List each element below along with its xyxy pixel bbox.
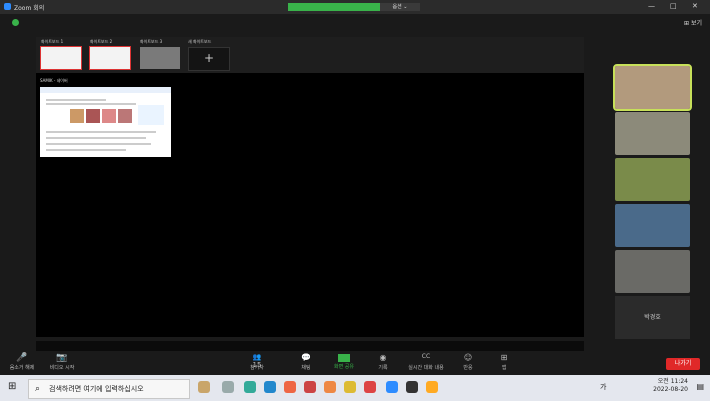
share-screen-icon xyxy=(338,354,350,362)
maximize-button[interactable]: □ xyxy=(670,2,677,10)
share-screen-button[interactable]: 화면 공유 xyxy=(332,353,356,370)
thumbnail-label: 화이트보드 1 xyxy=(41,39,64,44)
whiteboard-thumbnail-strip: 화이트보드 1 화이트보드 2 화이트보드 3 새 화이트보드 + xyxy=(36,37,584,73)
notification-icon[interactable]: ▤ xyxy=(696,382,704,391)
zoom-taskbar-icon[interactable] xyxy=(386,381,398,393)
weather-widget-icon[interactable] xyxy=(198,381,210,393)
control-label: 화면 공유 xyxy=(334,364,354,370)
search-icon: ⌕ xyxy=(35,384,41,394)
control-label: 앱 xyxy=(501,365,507,371)
security-shield-icon[interactable] xyxy=(12,19,19,26)
clock-time: 오전 11:24 xyxy=(657,378,688,385)
minimize-button[interactable]: — xyxy=(648,2,655,10)
control-label: 반응 xyxy=(463,365,473,371)
ime-language-indicator[interactable]: 가 xyxy=(600,382,606,392)
chat-icon: 💬 xyxy=(301,353,311,362)
mic-muted-icon: 🎤 xyxy=(16,353,28,363)
participants-icon: 👥 15 xyxy=(252,353,262,369)
share-options-dropdown[interactable]: 옵션 ⌄ xyxy=(380,3,420,11)
product-image xyxy=(86,109,100,123)
participant-name-tile[interactable]: 박경호 xyxy=(615,296,690,339)
shared-taskbar xyxy=(36,341,584,351)
taskbar-search-box[interactable]: ⌕ 검색하려면 여기에 입력하십시오 xyxy=(28,379,190,399)
apps-button[interactable]: ⊞ 앱 xyxy=(496,353,512,371)
page-text-line xyxy=(46,103,136,105)
unmute-button[interactable]: 🎤 음소거 해제 xyxy=(4,353,40,371)
search-placeholder: 검색하려면 여기에 입력하십시오 xyxy=(49,385,144,393)
apps-icon: ⊞ xyxy=(500,353,508,362)
product-image xyxy=(70,109,84,123)
participant-video-tile[interactable] xyxy=(615,204,690,247)
login-panel xyxy=(138,105,164,125)
task-view-icon[interactable] xyxy=(222,381,234,393)
video-off-icon: 📷 xyxy=(56,353,68,363)
system-clock[interactable]: 오전 11:24 2022-08-20 xyxy=(653,378,688,394)
browser-toolbar xyxy=(40,87,171,93)
browser-icon[interactable] xyxy=(264,381,276,393)
kakaotalk-icon[interactable] xyxy=(344,381,356,393)
shared-window-label: SAMIK - 네이버 xyxy=(40,78,68,83)
edge-browser-icon[interactable] xyxy=(244,381,256,393)
whiteboard-thumbnail[interactable] xyxy=(40,46,82,70)
file-explorer-icon[interactable] xyxy=(426,381,438,393)
screen-share-indicator[interactable] xyxy=(288,3,380,11)
add-whiteboard-button[interactable]: + xyxy=(188,47,230,71)
page-text-line xyxy=(46,131,156,133)
app-icon[interactable] xyxy=(324,381,336,393)
participant-video-tile[interactable] xyxy=(615,158,690,201)
record-button[interactable]: ◉ 기록 xyxy=(375,353,391,371)
cc-icon: CC xyxy=(421,353,431,360)
thumbnail-label: 화이트보드 2 xyxy=(90,39,113,44)
thumbnail-label: 새 화이트보드 xyxy=(188,39,212,44)
reactions-icon: ☺ xyxy=(463,353,473,362)
control-label: 음소거 해제 xyxy=(9,365,35,371)
start-video-button[interactable]: 📷 비디오 시작 xyxy=(44,353,80,371)
page-text-line xyxy=(46,143,151,145)
app-icon[interactable] xyxy=(406,381,418,393)
reactions-button[interactable]: ☺ 반응 xyxy=(460,353,476,371)
participants-button[interactable]: 👥 15 참가자 xyxy=(246,353,268,371)
clock-date: 2022-08-20 xyxy=(653,386,688,393)
page-text-line xyxy=(46,99,106,101)
page-text-line xyxy=(46,149,126,151)
page-text-line xyxy=(46,137,146,139)
product-image xyxy=(102,109,116,123)
shared-screen: 화이트보드 1 화이트보드 2 화이트보드 3 새 화이트보드 + SAMIK … xyxy=(36,37,584,337)
participant-video-tile[interactable] xyxy=(615,112,690,155)
control-label: 실시간 대화 내용 xyxy=(408,365,444,371)
leave-button[interactable]: 나가기 xyxy=(666,358,700,370)
app-icon[interactable] xyxy=(364,381,376,393)
participant-video-tile[interactable] xyxy=(613,64,692,111)
title-bar: Zoom 회의 옵션 ⌄ — □ ✕ xyxy=(0,0,710,14)
control-label: 비디오 시작 xyxy=(49,365,75,371)
view-button[interactable]: ⊞ 보기 xyxy=(684,18,702,27)
participant-video-tile[interactable] xyxy=(615,250,690,293)
control-label: 참가자 xyxy=(250,365,264,371)
whiteboard-thumbnail[interactable] xyxy=(89,46,131,70)
thumbnail-label: 화이트보드 3 xyxy=(140,39,163,44)
windows-start-icon[interactable]: ⊞ xyxy=(8,381,16,392)
windows-taskbar: ⊞ ⌕ 검색하려면 여기에 입력하십시오 가 오전 11:24 2022-08-… xyxy=(0,375,710,401)
zoom-app-icon xyxy=(4,3,11,10)
chrome-icon[interactable] xyxy=(284,381,296,393)
whiteboard-thumbnail[interactable] xyxy=(140,47,180,69)
chat-button[interactable]: 💬 채팅 xyxy=(296,353,316,371)
app-icon[interactable] xyxy=(304,381,316,393)
control-label: 채팅 xyxy=(301,365,311,371)
close-button[interactable]: ✕ xyxy=(692,2,698,10)
control-label: 기록 xyxy=(378,365,388,371)
meeting-controls: 🎤 음소거 해제 📷 비디오 시작 👥 15 참가자 💬 채팅 화면 공유 ◉ … xyxy=(0,352,710,374)
record-icon: ◉ xyxy=(379,353,387,362)
product-image xyxy=(118,109,132,123)
live-transcript-button[interactable]: CC 실시간 대화 내용 xyxy=(404,353,448,371)
shared-browser-window[interactable] xyxy=(40,87,171,157)
window-title: Zoom 회의 xyxy=(14,5,45,12)
